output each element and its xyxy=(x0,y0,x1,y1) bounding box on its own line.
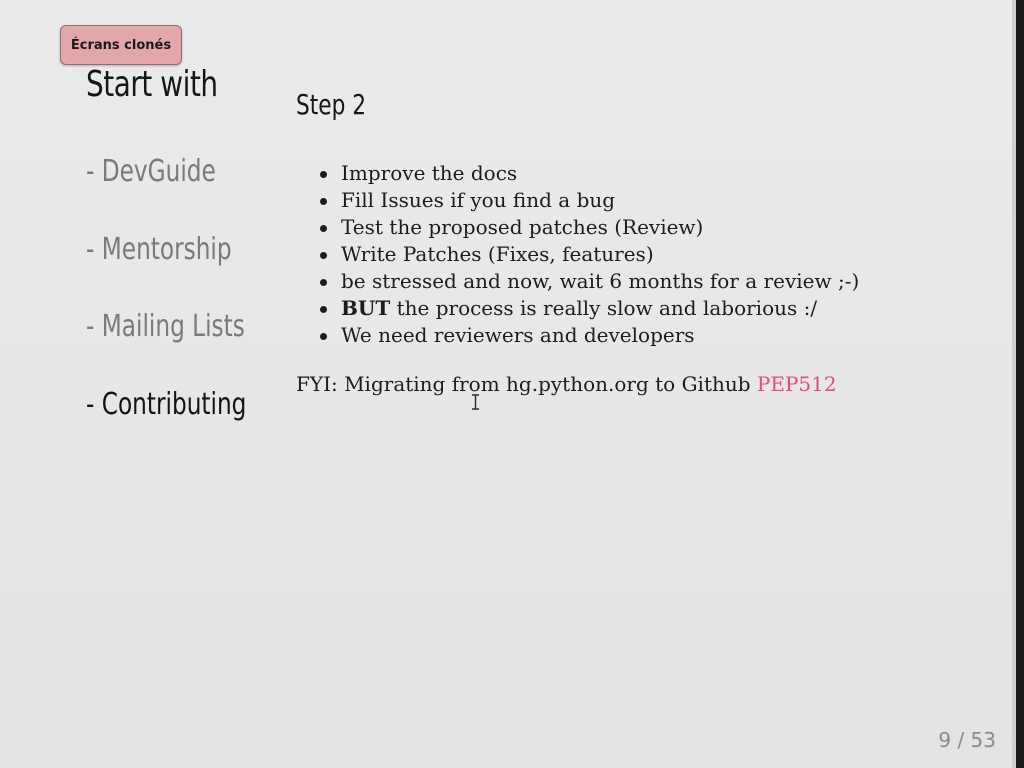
list-item-text: Fill Issues if you find a bug xyxy=(341,188,616,212)
list-item: Test the proposed patches (Review) xyxy=(318,214,859,241)
fyi-text: FYI: Migrating from hg.python.org to Git… xyxy=(296,372,757,396)
steps-list: Improve the docs Fill Issues if you find… xyxy=(318,160,859,349)
nav-item-devguide[interactable]: - DevGuide xyxy=(86,154,216,189)
text-cursor-icon xyxy=(472,394,479,410)
nav-item-mentorship[interactable]: - Mentorship xyxy=(86,232,232,267)
list-item: Write Patches (Fixes, features) xyxy=(318,241,859,268)
list-item-text: Test the proposed patches (Review) xyxy=(341,215,704,239)
list-item-text: Write Patches (Fixes, features) xyxy=(341,242,654,266)
screen-edge xyxy=(1016,0,1024,768)
sidebar-title: Start with xyxy=(86,64,218,105)
bullet-icon xyxy=(320,306,327,313)
list-item: Fill Issues if you find a bug xyxy=(318,187,859,214)
page-counter: 9 / 53 xyxy=(938,728,996,752)
step-heading: Step 2 xyxy=(296,88,366,121)
bullet-icon xyxy=(320,198,327,205)
pep512-link[interactable]: PEP512 xyxy=(757,372,837,396)
cloned-screens-label: Écrans clonés xyxy=(70,37,172,53)
list-item-bold-text: BUT xyxy=(341,296,391,320)
list-item-text: the process is really slow and laborious… xyxy=(390,296,818,320)
bullet-icon xyxy=(320,252,327,259)
list-item: BUT the process is really slow and labor… xyxy=(318,295,859,322)
bullet-icon xyxy=(320,225,327,232)
list-item-text: Improve the docs xyxy=(341,161,518,185)
list-item: be stressed and now, wait 6 months for a… xyxy=(318,268,859,295)
list-item: We need reviewers and developers xyxy=(318,322,859,349)
list-item-text: We need reviewers and developers xyxy=(341,323,695,347)
list-item-text: be stressed and now, wait 6 months for a… xyxy=(341,269,860,293)
list-item: Improve the docs xyxy=(318,160,859,187)
bullet-icon xyxy=(320,171,327,178)
fyi-note: FYI: Migrating from hg.python.org to Git… xyxy=(296,372,837,396)
bullet-icon xyxy=(320,333,327,340)
nav-item-mailing-lists[interactable]: - Mailing Lists xyxy=(86,309,245,344)
nav-item-contributing[interactable]: - Contributing xyxy=(86,387,246,422)
bullet-icon xyxy=(320,279,327,286)
cloned-screens-badge[interactable]: Écrans clonés xyxy=(60,25,182,65)
